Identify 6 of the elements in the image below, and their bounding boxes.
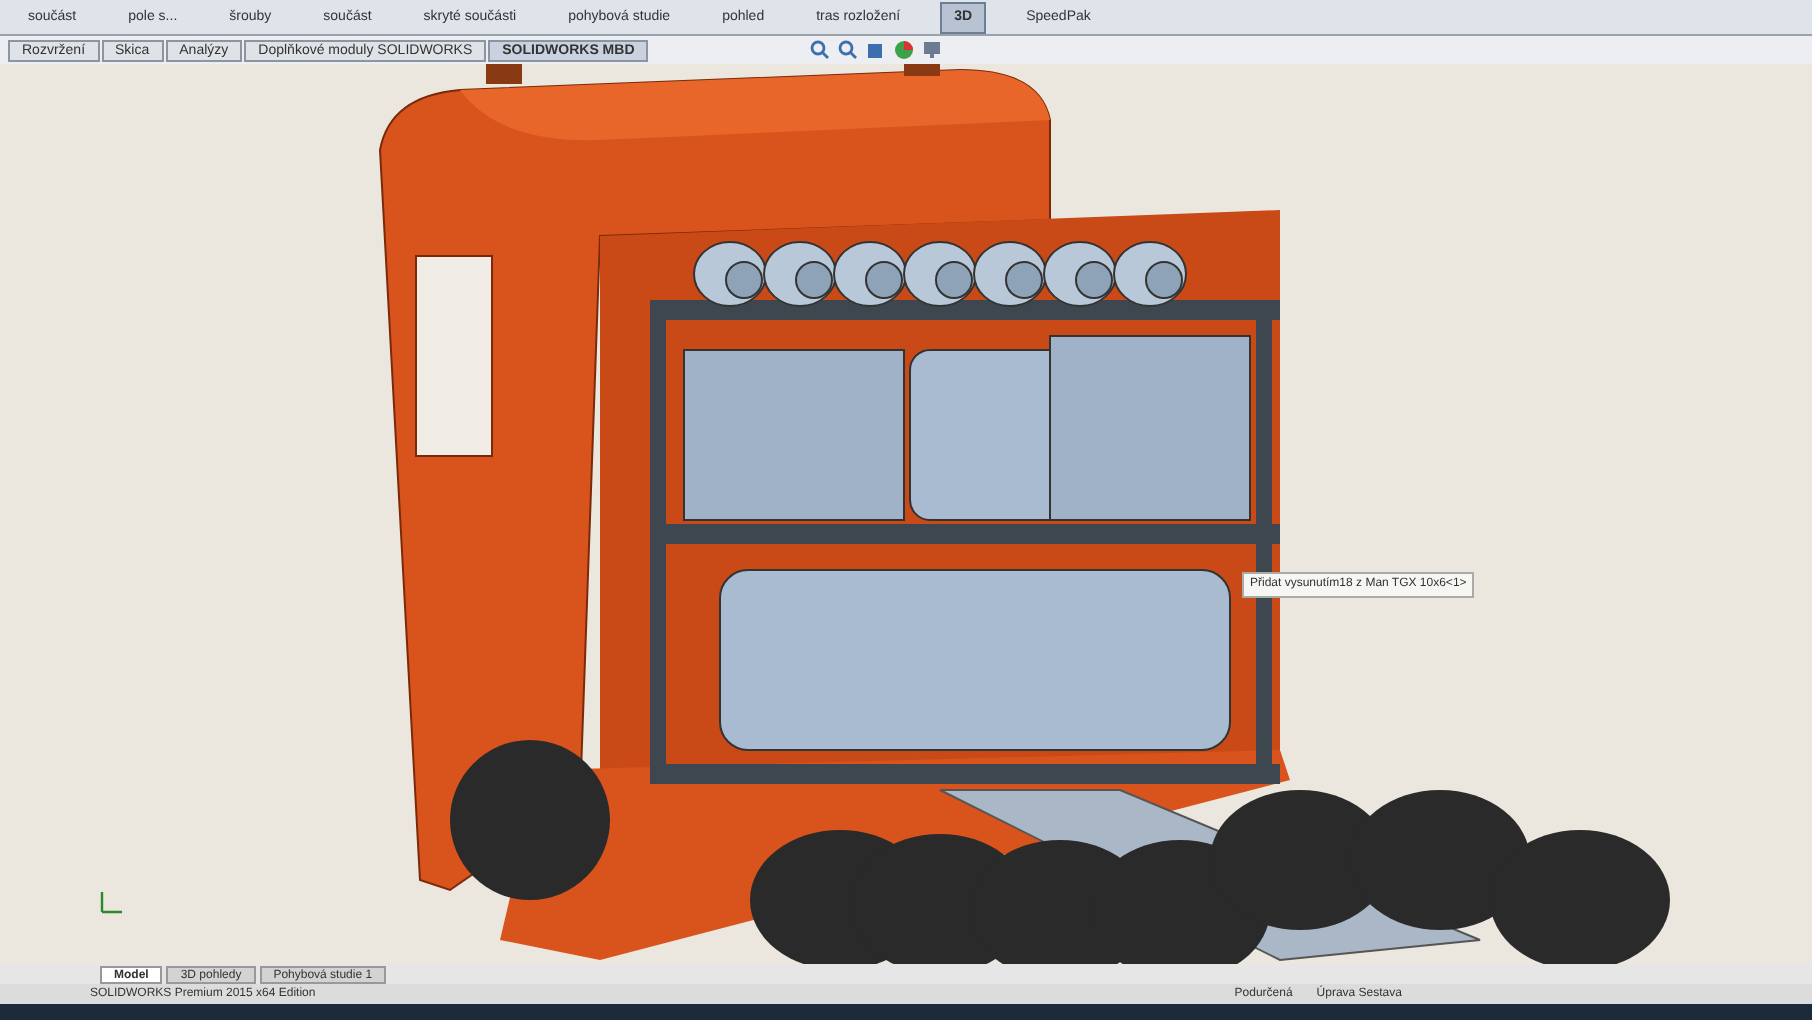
monitor-icon[interactable] xyxy=(922,40,943,60)
cube-icon[interactable] xyxy=(866,40,887,60)
zoom-icon[interactable] xyxy=(810,40,831,60)
zoom-icon[interactable] xyxy=(838,40,859,60)
axis-triad-icon xyxy=(96,888,124,916)
color-wheel-icon[interactable] xyxy=(894,40,915,60)
